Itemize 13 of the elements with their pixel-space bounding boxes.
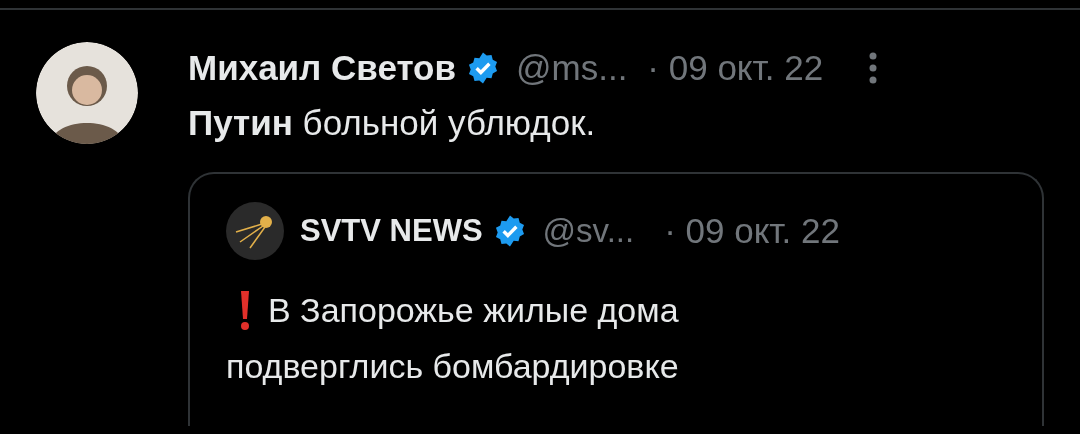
author-name[interactable]: Михаил Светов [188,41,456,95]
quoted-tweet-text-line: В Запорожье жилые дома [268,290,679,331]
tweet-text: Путин больной ублюдок. [188,102,597,144]
quoted-timestamp[interactable]: · 09 окт. 22 [664,204,840,258]
quoted-author-name[interactable]: SVTV NEWS [300,207,483,255]
more-options-icon[interactable] [869,51,878,85]
quoted-tweet-text-line: подверглись бомбардировке [226,346,680,387]
exclamation-icon [238,289,252,331]
timestamp[interactable]: · 09 окт. 22 [647,41,824,95]
quoted-tweet-card[interactable]: SVTV NEWS @sv... · 09 окт. 22 В Запорожье жилые дома подверглись бомбардировке [188,172,1044,426]
author-handle[interactable]: @ms... [516,41,628,95]
avatar-icon [226,202,284,260]
quoted-author-handle[interactable]: @sv... [542,206,635,256]
